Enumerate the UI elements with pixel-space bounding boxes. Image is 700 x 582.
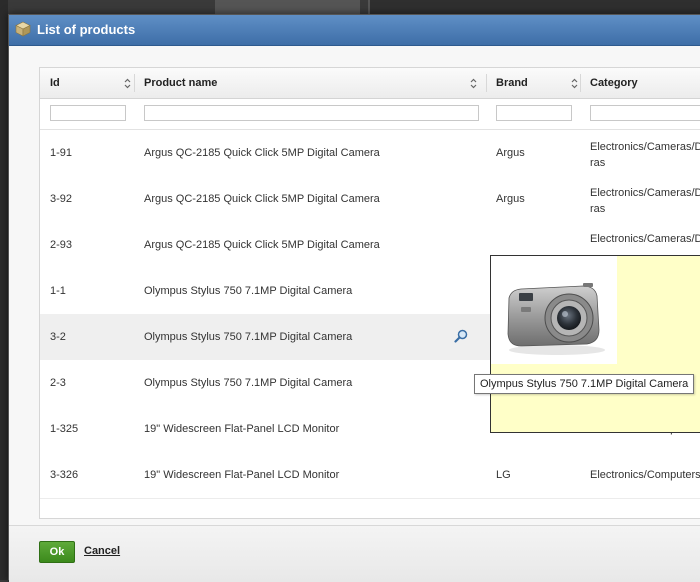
sort-arrows-icon[interactable] xyxy=(571,78,578,89)
background-app-edge xyxy=(0,0,8,580)
row-product-name: Argus QC-2185 Quick Click 5MP Digital Ca… xyxy=(144,239,380,251)
row-product-name: 19" Widescreen Flat-Panel LCD Monitor xyxy=(144,469,340,481)
row-product-name: Argus QC-2185 Quick Click 5MP Digital Ca… xyxy=(144,193,380,205)
table-row[interactable]: 3-326 19" Widescreen Flat-Panel LCD Moni… xyxy=(40,452,700,499)
row-category-line2: ras xyxy=(590,157,606,169)
sort-arrows-icon[interactable] xyxy=(124,78,131,89)
column-header-id-label: Id xyxy=(50,77,60,89)
ok-button[interactable]: Ok xyxy=(39,541,75,563)
product-name-filter-input[interactable] xyxy=(144,105,479,121)
row-category: Electronics/Cameras/Digi ras xyxy=(590,139,700,171)
row-brand: Argus xyxy=(496,147,525,159)
column-header-category-label: Category xyxy=(590,77,638,89)
row-product-name: Olympus Stylus 750 7.1MP Digital Camera xyxy=(144,377,353,389)
row-category-line1: Electronics/Cameras/Digi xyxy=(590,233,700,245)
row-product-name: 19" Widescreen Flat-Panel LCD Monitor xyxy=(144,423,340,435)
package-icon xyxy=(15,21,31,37)
row-product-name: Argus QC-2185 Quick Click 5MP Digital Ca… xyxy=(144,147,380,159)
row-brand: Argus xyxy=(496,193,525,205)
table-row[interactable]: 3-92 Argus QC-2185 Quick Click 5MP Digit… xyxy=(40,176,700,223)
id-filter-input[interactable] xyxy=(50,105,126,121)
category-filter-input[interactable] xyxy=(590,105,700,121)
cancel-link[interactable]: Cancel xyxy=(84,545,120,557)
column-header-product-name[interactable]: Product name xyxy=(144,68,464,98)
products-dialog: List of products Id Product name Brand C… xyxy=(8,14,700,582)
dialog-title: List of products xyxy=(37,22,136,37)
column-header-product-name-label: Product name xyxy=(144,77,218,89)
dialog-footer: Ok Cancel xyxy=(9,525,700,582)
row-brand: LG xyxy=(496,469,511,481)
camera-photo xyxy=(491,256,617,364)
row-category: Electronics/Cameras/Digi xyxy=(590,231,700,247)
column-header-category[interactable]: Category xyxy=(590,68,700,98)
products-grid: Id Product name Brand Category 1-91 Argu… xyxy=(39,67,700,519)
row-id: 3-326 xyxy=(50,469,79,481)
row-id: 3-92 xyxy=(50,193,73,205)
row-id: 3-2 xyxy=(50,331,66,343)
row-category: Electronics/Computers/M xyxy=(590,469,700,481)
brand-filter-input[interactable] xyxy=(496,105,572,121)
grid-filter-row xyxy=(40,99,700,130)
table-row[interactable]: 1-91 Argus QC-2185 Quick Click 5MP Digit… xyxy=(40,130,700,177)
grid-header-row: Id Product name Brand Category xyxy=(40,68,700,99)
dialog-titlebar[interactable]: List of products xyxy=(9,15,700,46)
sort-arrows-icon[interactable] xyxy=(470,78,477,89)
row-id: 1-1 xyxy=(50,285,66,297)
row-product-name: Olympus Stylus 750 7.1MP Digital Camera xyxy=(144,331,353,343)
row-id: 1-325 xyxy=(50,423,79,435)
row-id: 2-93 xyxy=(50,239,73,251)
column-divider[interactable] xyxy=(486,74,487,92)
row-category-line1: Electronics/Cameras/Digi xyxy=(590,141,700,153)
row-category-line1: Electronics/Cameras/Digi xyxy=(590,187,700,199)
row-id: 1-91 xyxy=(50,147,73,159)
column-divider[interactable] xyxy=(134,74,135,92)
product-name-tooltip: Olympus Stylus 750 7.1MP Digital Camera xyxy=(474,374,695,394)
row-id: 2-3 xyxy=(50,377,66,389)
column-header-brand-label: Brand xyxy=(496,77,528,89)
magnifier-icon[interactable] xyxy=(454,329,468,343)
row-category-line2: ras xyxy=(590,203,606,215)
row-product-name: Olympus Stylus 750 7.1MP Digital Camera xyxy=(144,285,353,297)
column-divider[interactable] xyxy=(580,74,581,92)
row-category: Electronics/Cameras/Digi ras xyxy=(590,185,700,217)
column-header-brand[interactable]: Brand xyxy=(496,68,576,98)
product-image-preview xyxy=(490,255,700,433)
